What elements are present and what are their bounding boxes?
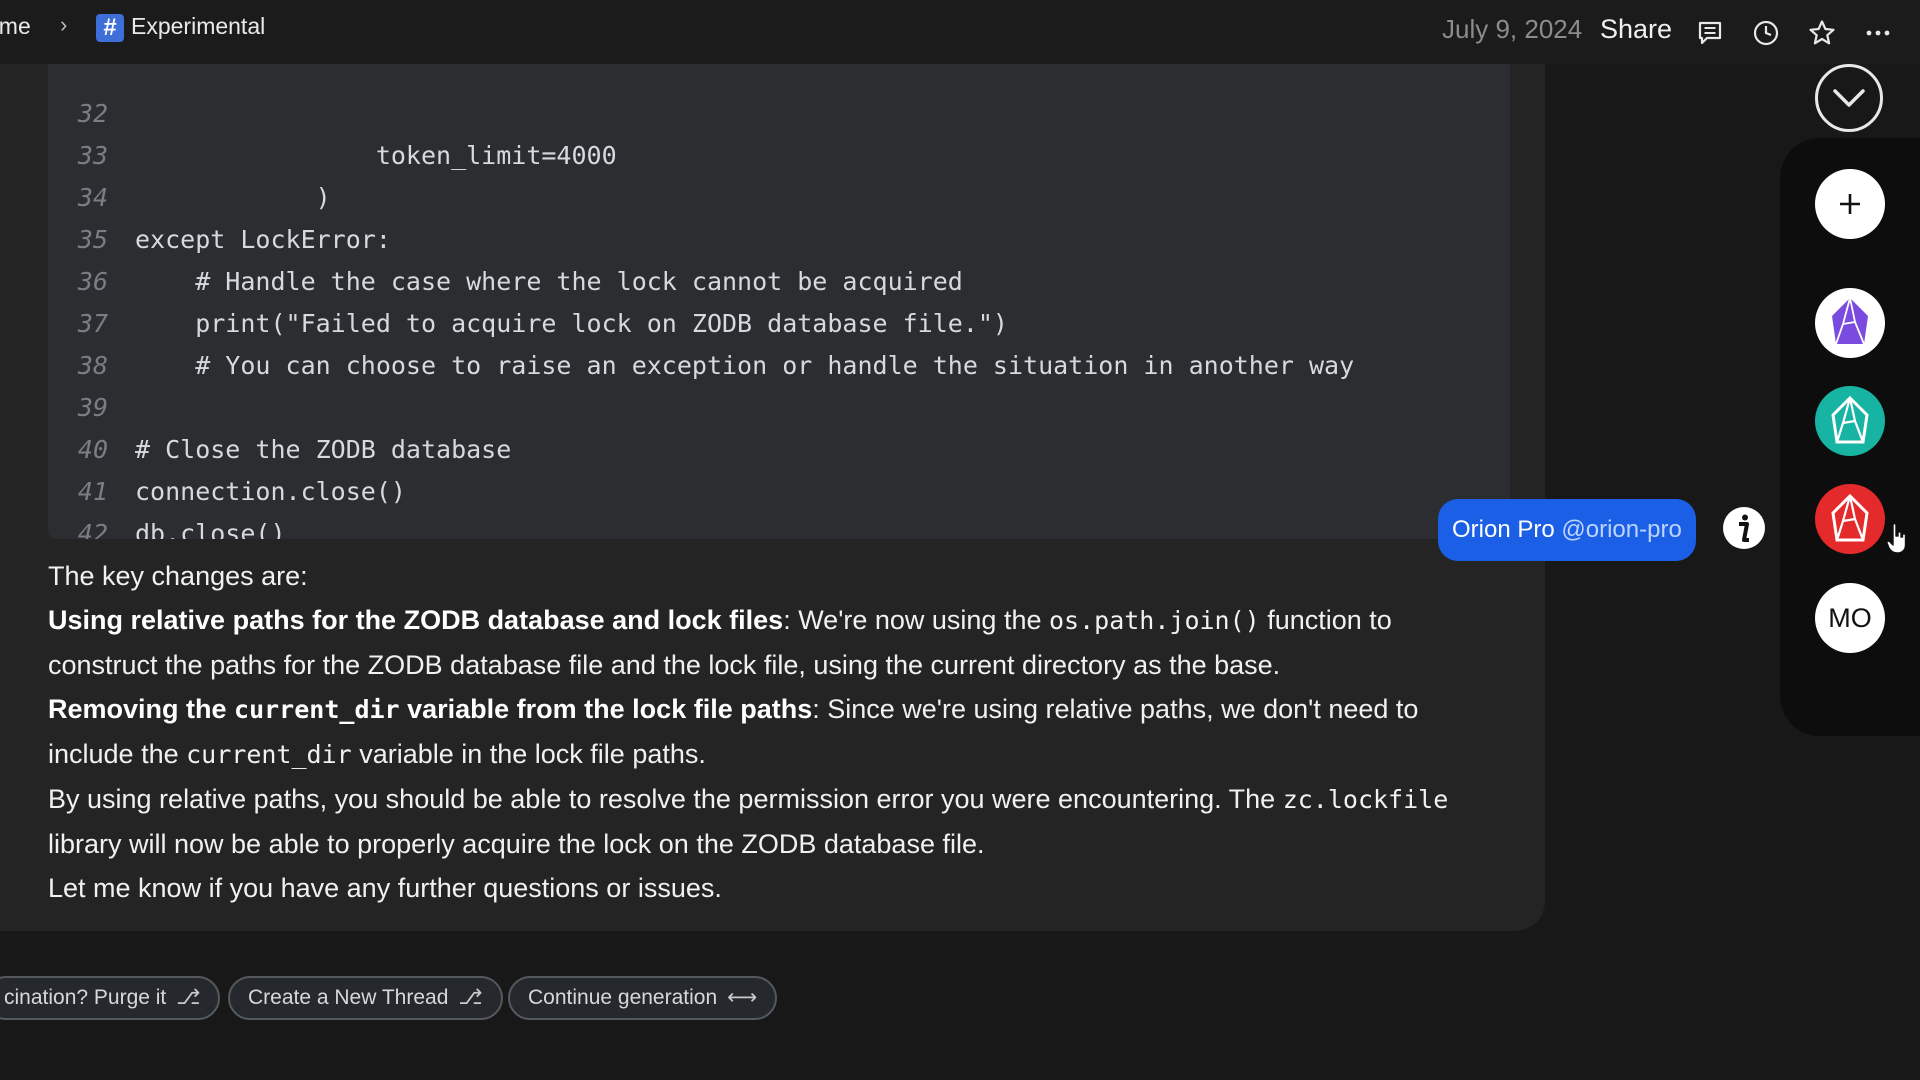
new-thread-label: Create a New Thread bbox=[248, 986, 449, 1009]
scroll-down-button[interactable] bbox=[1815, 64, 1883, 132]
thread-date: July 9, 2024 bbox=[1442, 14, 1583, 44]
info-icon[interactable] bbox=[1722, 506, 1766, 550]
change-item-2: Removing the current_dir variable from t… bbox=[48, 687, 1508, 777]
breadcrumb-channel[interactable]: Experimental bbox=[131, 13, 265, 40]
code-line: 33 ) bbox=[48, 93, 1510, 212]
more-horizontal-icon[interactable] bbox=[1864, 19, 1892, 47]
change-title: Removing the current_dir variable from t… bbox=[48, 694, 812, 724]
top-bar: ome › # Experimental July 9, 2024 Share bbox=[0, 0, 1920, 64]
change-title-part: Removing the bbox=[48, 694, 235, 724]
message-body: The key changes are: Using relative path… bbox=[48, 554, 1508, 910]
breadcrumb-home[interactable]: ome bbox=[0, 13, 31, 40]
comments-icon[interactable] bbox=[1696, 19, 1724, 47]
user-avatar[interactable]: MO bbox=[1815, 583, 1885, 653]
tooltip-agent-name: Orion Pro bbox=[1452, 516, 1555, 543]
change-item-1: Using relative paths for the ZODB databa… bbox=[48, 598, 1508, 687]
code-line: 32 token_limit=4000 bbox=[48, 64, 1510, 170]
line-number: 42 bbox=[77, 519, 108, 539]
red-gem-icon bbox=[1831, 493, 1869, 542]
share-button[interactable]: Share bbox=[1600, 14, 1672, 45]
purge-hallucination-button[interactable]: cination? Purge it ⎇ bbox=[0, 976, 221, 1020]
assistant-message-card: 32 token_limit=4000 33 ) 34 except LockE… bbox=[0, 64, 1545, 931]
red-agent-avatar[interactable] bbox=[1815, 484, 1885, 554]
inline-code: zc.lockfile bbox=[1282, 785, 1449, 814]
code-line: 38 bbox=[48, 303, 1510, 380]
arrow-icon: ⟷ bbox=[727, 986, 758, 1009]
purple-gem-icon bbox=[1832, 297, 1868, 345]
tooltip-agent-handle: @orion-pro bbox=[1561, 516, 1682, 543]
inline-code: current_dir bbox=[234, 695, 400, 724]
code-line: 37 # You can choose to raise an exceptio… bbox=[48, 261, 1510, 380]
change-title-part: variable from the lock file paths bbox=[399, 694, 813, 724]
continue-label: Continue generation bbox=[528, 986, 718, 1009]
code-line: 35 # Handle the case where the lock cann… bbox=[48, 177, 1510, 296]
chevron-down-icon bbox=[1833, 89, 1865, 107]
code-block: 32 token_limit=4000 33 ) 34 except LockE… bbox=[48, 64, 1510, 539]
agent-tooltip: Orion Pro @orion-pro bbox=[1438, 499, 1696, 561]
inline-code: os.path.join() bbox=[1048, 606, 1260, 635]
channel-hash-icon: # bbox=[96, 14, 124, 42]
breadcrumb-separator-icon: › bbox=[60, 12, 68, 37]
closing-text: Let me know if you have any further ques… bbox=[48, 873, 722, 903]
code-line: 39 # Close the ZODB database bbox=[48, 345, 1510, 464]
teal-agent-avatar[interactable] bbox=[1815, 386, 1885, 456]
intro-text: The key changes are: bbox=[48, 561, 308, 591]
create-new-thread-button[interactable]: Create a New Thread ⎇ bbox=[228, 976, 503, 1020]
branch-icon: ⎇ bbox=[176, 986, 201, 1009]
purge-label: cination? Purge it bbox=[4, 986, 167, 1009]
code-line: 41 db.close() bbox=[48, 429, 1510, 539]
code-line: 42 bbox=[48, 471, 1510, 539]
add-agent-button[interactable] bbox=[1815, 169, 1885, 239]
continue-generation-button[interactable]: Continue generation ⟷ bbox=[508, 976, 778, 1020]
summary-text: By using relative paths, you should be a… bbox=[48, 784, 1283, 814]
hand-pointer-cursor-icon bbox=[1886, 522, 1907, 554]
code-line: 34 except LockError: bbox=[48, 135, 1510, 254]
summary-text: library will now be able to properly acq… bbox=[48, 829, 985, 859]
summary-paragraph: By using relative paths, you should be a… bbox=[48, 777, 1508, 866]
plus-icon bbox=[1840, 194, 1860, 214]
change-text: variable in the lock file paths. bbox=[351, 739, 706, 769]
change-text: : We're now using the bbox=[783, 605, 1049, 635]
branch-icon: ⎇ bbox=[458, 986, 483, 1009]
history-clock-icon[interactable] bbox=[1752, 19, 1780, 47]
code-line: 40 connection.close() bbox=[48, 387, 1510, 506]
user-initials: MO bbox=[1828, 603, 1872, 633]
code-text: db.close() bbox=[135, 519, 286, 539]
code-line: 36 print("Failed to acquire lock on ZODB… bbox=[48, 219, 1510, 338]
change-title: Using relative paths for the ZODB databa… bbox=[48, 605, 784, 635]
star-icon[interactable] bbox=[1808, 19, 1836, 47]
purple-agent-avatar[interactable] bbox=[1815, 288, 1885, 358]
teal-gem-icon bbox=[1831, 395, 1869, 444]
inline-code: current_dir bbox=[186, 740, 352, 769]
